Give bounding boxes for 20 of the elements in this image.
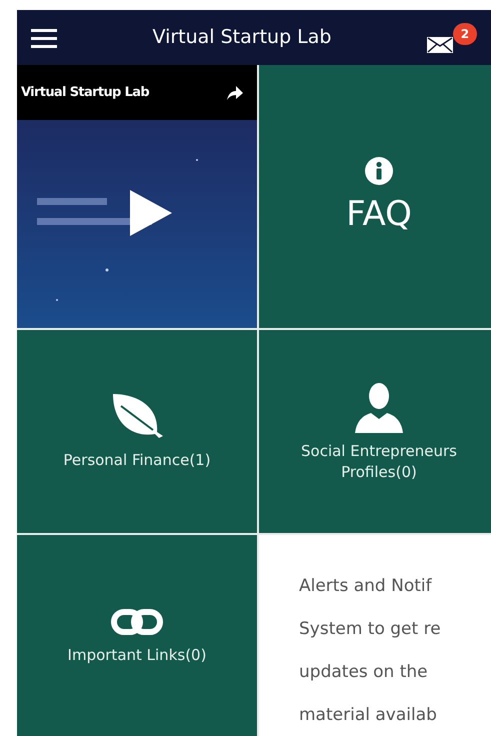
person-icon (353, 380, 405, 433)
menu-tile[interactable]: Important Links(0) (17, 535, 257, 736)
info-icon (365, 157, 393, 186)
menu-tile[interactable]: Personal Finance(1) (17, 330, 257, 533)
tile-label: Important Links(0) (68, 645, 206, 666)
menu-tile[interactable]: Social Entrepreneurs Profiles(0) (259, 330, 491, 533)
video-player[interactable]: Virtual Startup Lab (17, 65, 257, 328)
video-title: Virtual Startup Lab (21, 84, 149, 102)
play-icon[interactable] (130, 190, 172, 236)
link-icon (111, 607, 163, 638)
menu-tile[interactable]: FAQ (259, 65, 491, 328)
app-title: Virtual Startup Lab (152, 25, 332, 50)
notice-paragraph: Alerts and Notif System to get re updates on the material availab (299, 575, 442, 727)
tile-label: FAQ (346, 193, 412, 236)
tile-label: Personal Finance(1) (63, 450, 211, 471)
tile-label: Social Entrepreneurs Profiles(0) (300, 440, 458, 482)
mail-icon[interactable] (426, 36, 453, 52)
menu-icon[interactable] (31, 28, 57, 48)
notification-badge: 2 (452, 22, 477, 44)
share-icon[interactable] (227, 86, 243, 100)
